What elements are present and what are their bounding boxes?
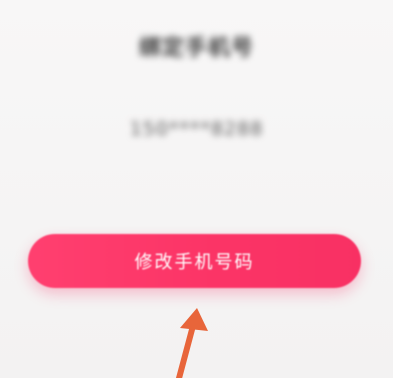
phone-settings-screen: 绑定手机号 150****8288 修改手机号码 (0, 0, 393, 378)
change-phone-button-label: 修改手机号码 (134, 252, 255, 273)
bound-phone-title: 绑定手机号 (138, 36, 254, 61)
up-arrow-icon (175, 308, 208, 378)
change-phone-button[interactable]: 修改手机号码 (28, 234, 361, 288)
bound-phone-number: 150****8288 (129, 118, 264, 140)
